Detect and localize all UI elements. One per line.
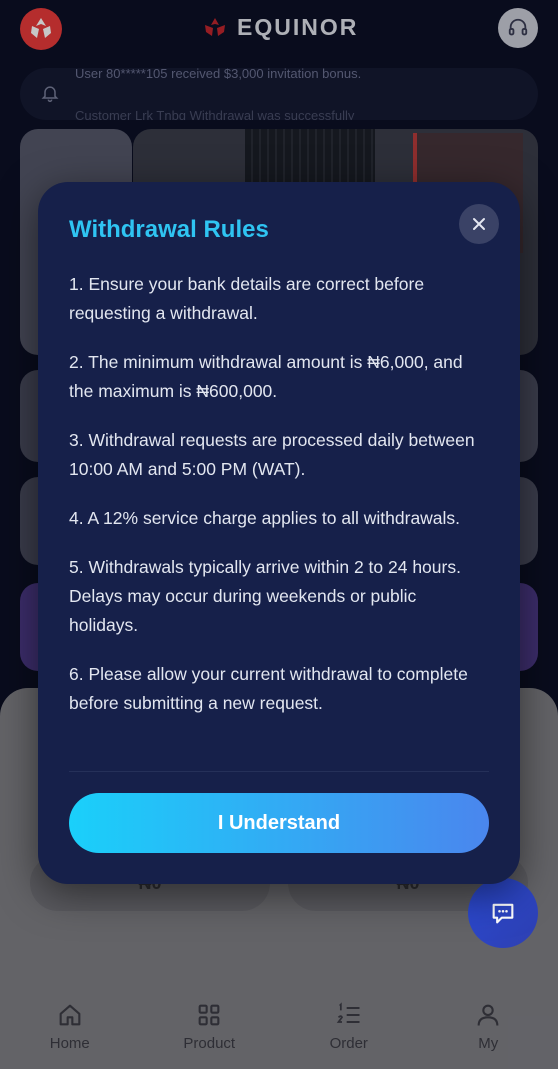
rule-item: 4. A 12% service charge applies to all w… xyxy=(69,508,461,528)
close-button[interactable] xyxy=(459,204,499,244)
rule-item: 2. The minimum withdrawal amount is ₦6,0… xyxy=(69,352,463,401)
modal-title: Withdrawal Rules xyxy=(69,216,269,243)
divider xyxy=(69,771,489,772)
close-icon xyxy=(473,218,485,230)
rule-item: 6. Please allow your current withdrawal … xyxy=(69,664,468,713)
rules-list: 1. Ensure your bank details are correct … xyxy=(69,270,489,738)
rule-item: 1. Ensure your bank details are correct … xyxy=(69,274,425,323)
rule-item: 5. Withdrawals typically arrive within 2… xyxy=(69,557,461,635)
understand-button[interactable]: I Understand xyxy=(69,793,489,853)
rule-item: 3. Withdrawal requests are processed dai… xyxy=(69,430,475,479)
chat-icon xyxy=(492,903,514,924)
withdrawal-rules-modal: Withdrawal Rules 1. Ensure your bank det… xyxy=(38,182,520,884)
chat-button[interactable] xyxy=(468,878,538,948)
